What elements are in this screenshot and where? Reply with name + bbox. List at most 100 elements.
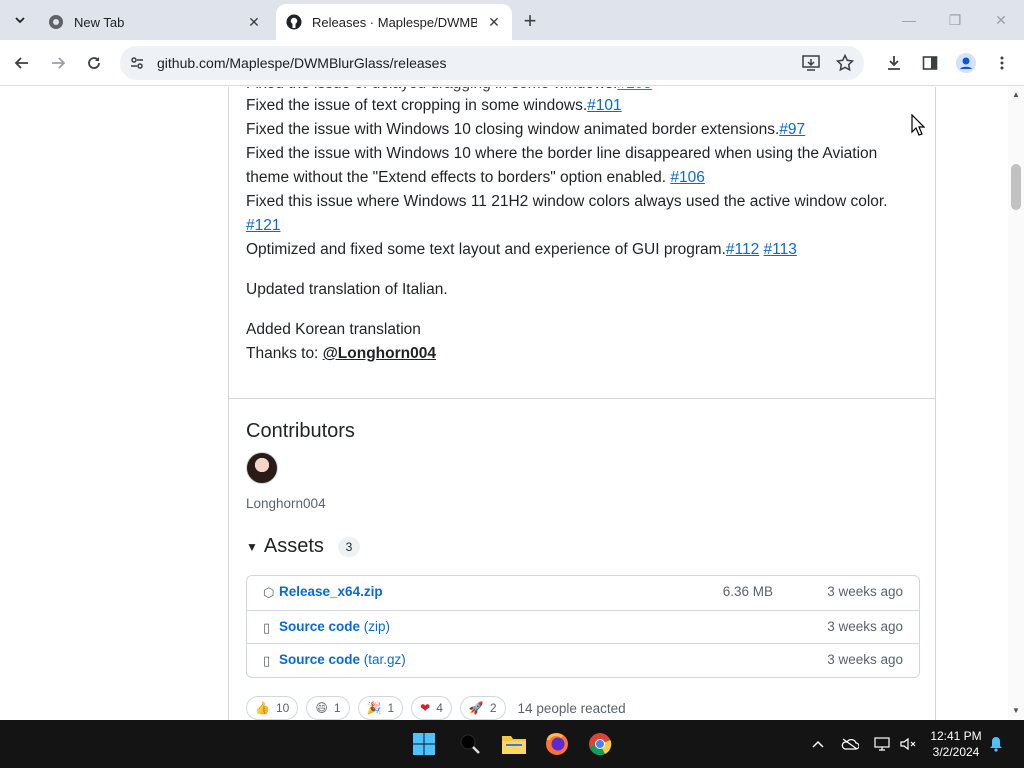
asset-link[interactable]: Source code (zip): [279, 619, 390, 634]
tab-strip: New Tab ✕ Releases · Maplespe/DWMBlurGla…: [0, 0, 1024, 40]
issue-link[interactable]: #113: [764, 241, 797, 258]
side-panel-button[interactable]: [918, 51, 942, 75]
contributors-heading: Contributors: [246, 420, 355, 442]
reload-button[interactable]: [82, 51, 106, 75]
package-icon: ⬡: [263, 585, 275, 600]
firefox-button[interactable]: [541, 728, 573, 760]
taskbar: 12:41 PM 3/2/2024: [0, 720, 1024, 768]
downloads-button[interactable]: [882, 51, 906, 75]
close-window-icon[interactable]: ✕: [989, 8, 1013, 32]
assets-count-badge: 3: [337, 536, 360, 557]
asset-row: ▯ Source code (tar.gz) 3 weeks ago: [247, 643, 919, 677]
issue-link[interactable]: #97: [779, 121, 805, 138]
assets-toggle[interactable]: ▼ Assets 3: [246, 535, 360, 558]
arrow-left-icon: [14, 57, 28, 69]
folder-icon: [502, 736, 526, 754]
release-note: Fixed the issue of text cropping in some…: [246, 97, 622, 114]
reaction-heart-button[interactable]: ❤ 4: [411, 696, 452, 720]
tab-search-button[interactable]: [8, 8, 32, 32]
contributor-avatar[interactable]: [246, 452, 278, 484]
assets-list: ⬡ Release_x64.zip 6.36 MB 3 weeks ago ▯ …: [246, 575, 920, 678]
firefox-icon: [546, 733, 568, 755]
file-zip-icon: ▯: [263, 653, 271, 668]
file-zip-icon: ▯: [263, 619, 271, 635]
taskbar-search-button[interactable]: [454, 728, 486, 760]
rocket-icon: 🚀: [468, 701, 484, 715]
scrollbar-thumb[interactable]: [1011, 164, 1021, 210]
reaction-hooray-button[interactable]: 🎉 1: [357, 696, 404, 720]
arrow-right-icon: [52, 57, 66, 69]
chrome-icon: [589, 733, 612, 756]
asset-link[interactable]: Source code (tar.gz): [279, 652, 406, 667]
side-panel-icon: [922, 56, 938, 70]
scroll-down-icon[interactable]: ▼: [1012, 707, 1020, 715]
chrome-icon: [49, 15, 63, 29]
heart-icon: ❤: [420, 701, 431, 715]
release-note: Fixed the issue with Windows 10 closing …: [246, 121, 806, 138]
triangle-down-icon: ▼: [246, 539, 258, 554]
network-icon[interactable]: [872, 734, 892, 754]
notification-bell-icon[interactable]: [986, 734, 1006, 754]
volume-muted-icon[interactable]: [898, 734, 918, 754]
close-tab-icon[interactable]: ✕: [246, 14, 262, 30]
asset-size: 6.36 MB: [722, 584, 773, 599]
issue-link[interactable]: #121: [246, 217, 280, 234]
issue-link[interactable]: #112: [726, 241, 759, 258]
release-note: Fixed the issue with Windows 10 where th…: [246, 145, 878, 162]
release-note: theme without the "Extend effects to bor…: [246, 169, 705, 186]
reaction-smile-button[interactable]: 😄 1: [306, 696, 350, 720]
download-icon: [888, 56, 900, 70]
browser-toolbar: github.com/Maplespe/DWMBlurGlass/release…: [0, 40, 1024, 86]
issue-link[interactable]: #106: [670, 169, 704, 186]
bookmark-star-icon[interactable]: [836, 54, 854, 72]
contributor-name: Longhorn004: [246, 496, 326, 511]
clock-date: 3/2/2024: [932, 745, 980, 759]
clock-time: 12:41 PM: [930, 729, 982, 743]
site-info-icon[interactable]: [129, 55, 145, 71]
address-bar[interactable]: github.com/Maplespe/DWMBlurGlass/release…: [120, 46, 864, 80]
restore-icon[interactable]: ❐: [943, 8, 967, 32]
release-note: Fixed this issue where Windows 11 21H2 w…: [246, 193, 888, 210]
chrome-taskbar-button[interactable]: [584, 728, 616, 760]
page-scrollbar[interactable]: ▲ ▼: [1008, 87, 1024, 720]
close-tab-icon[interactable]: ✕: [486, 14, 502, 30]
minimize-icon[interactable]: —: [897, 8, 921, 32]
issue-link[interactable]: #101: [587, 97, 621, 114]
reactions-summary: 14 people reacted: [517, 700, 626, 716]
smile-icon: 😄: [315, 701, 328, 715]
asset-date: 3 weeks ago: [827, 584, 903, 599]
thanks-line: Thanks to: @Longhorn004: [246, 345, 436, 362]
reaction-rocket-button[interactable]: 🚀 2: [459, 696, 506, 720]
windows-logo-icon: [413, 733, 435, 755]
chevron-down-icon: [15, 17, 25, 24]
asset-date: 3 weeks ago: [827, 618, 903, 634]
url-text: github.com/Maplespe/DWMBlurGlass/release…: [157, 55, 447, 71]
release-note-korean: Added Korean translation: [246, 321, 421, 338]
back-button[interactable]: [10, 51, 34, 75]
asset-date: 3 weeks ago: [827, 652, 903, 667]
reload-icon: [88, 57, 100, 69]
file-explorer-button[interactable]: [498, 728, 530, 760]
tab-releases[interactable]: Releases · Maplespe/DWMBlurGlass ✕: [276, 4, 512, 40]
new-tab-button[interactable]: +: [518, 8, 542, 33]
windows-start-button[interactable]: [408, 728, 440, 760]
asset-row: ⬡ Release_x64.zip 6.36 MB 3 weeks ago: [247, 576, 919, 610]
user-mention-link[interactable]: @Longhorn004: [323, 345, 436, 362]
install-app-icon[interactable]: [802, 54, 820, 72]
search-icon: [460, 734, 480, 754]
hooray-icon: 🎉: [366, 701, 382, 715]
release-footer-card: Contributors Longhorn004 ▼ Assets 3 ⬡ Re…: [228, 399, 936, 720]
forward-button[interactable]: [46, 51, 70, 75]
release-notes-card: Fixed the issue of delayed dragging in s…: [228, 87, 936, 399]
asset-link[interactable]: Release_x64.zip: [279, 584, 383, 599]
reactions-bar: 👍 10 😄 1 🎉 1 ❤ 4 🚀 2 14 people reacted: [246, 696, 626, 720]
system-clock[interactable]: 12:41 PM 3/2/2024: [924, 728, 988, 760]
tab-new-tab[interactable]: New Tab ✕: [38, 4, 272, 40]
onedrive-cloud-icon[interactable]: [840, 734, 860, 754]
release-note: Optimized and fixed some text layout and…: [246, 241, 797, 258]
menu-button[interactable]: [990, 51, 1014, 75]
profile-button[interactable]: [954, 51, 978, 75]
reaction-thumbs-up-button[interactable]: 👍 10: [246, 696, 299, 720]
scroll-up-icon[interactable]: ▲: [1012, 91, 1020, 99]
show-hidden-icons-chevron-icon[interactable]: [808, 734, 828, 754]
